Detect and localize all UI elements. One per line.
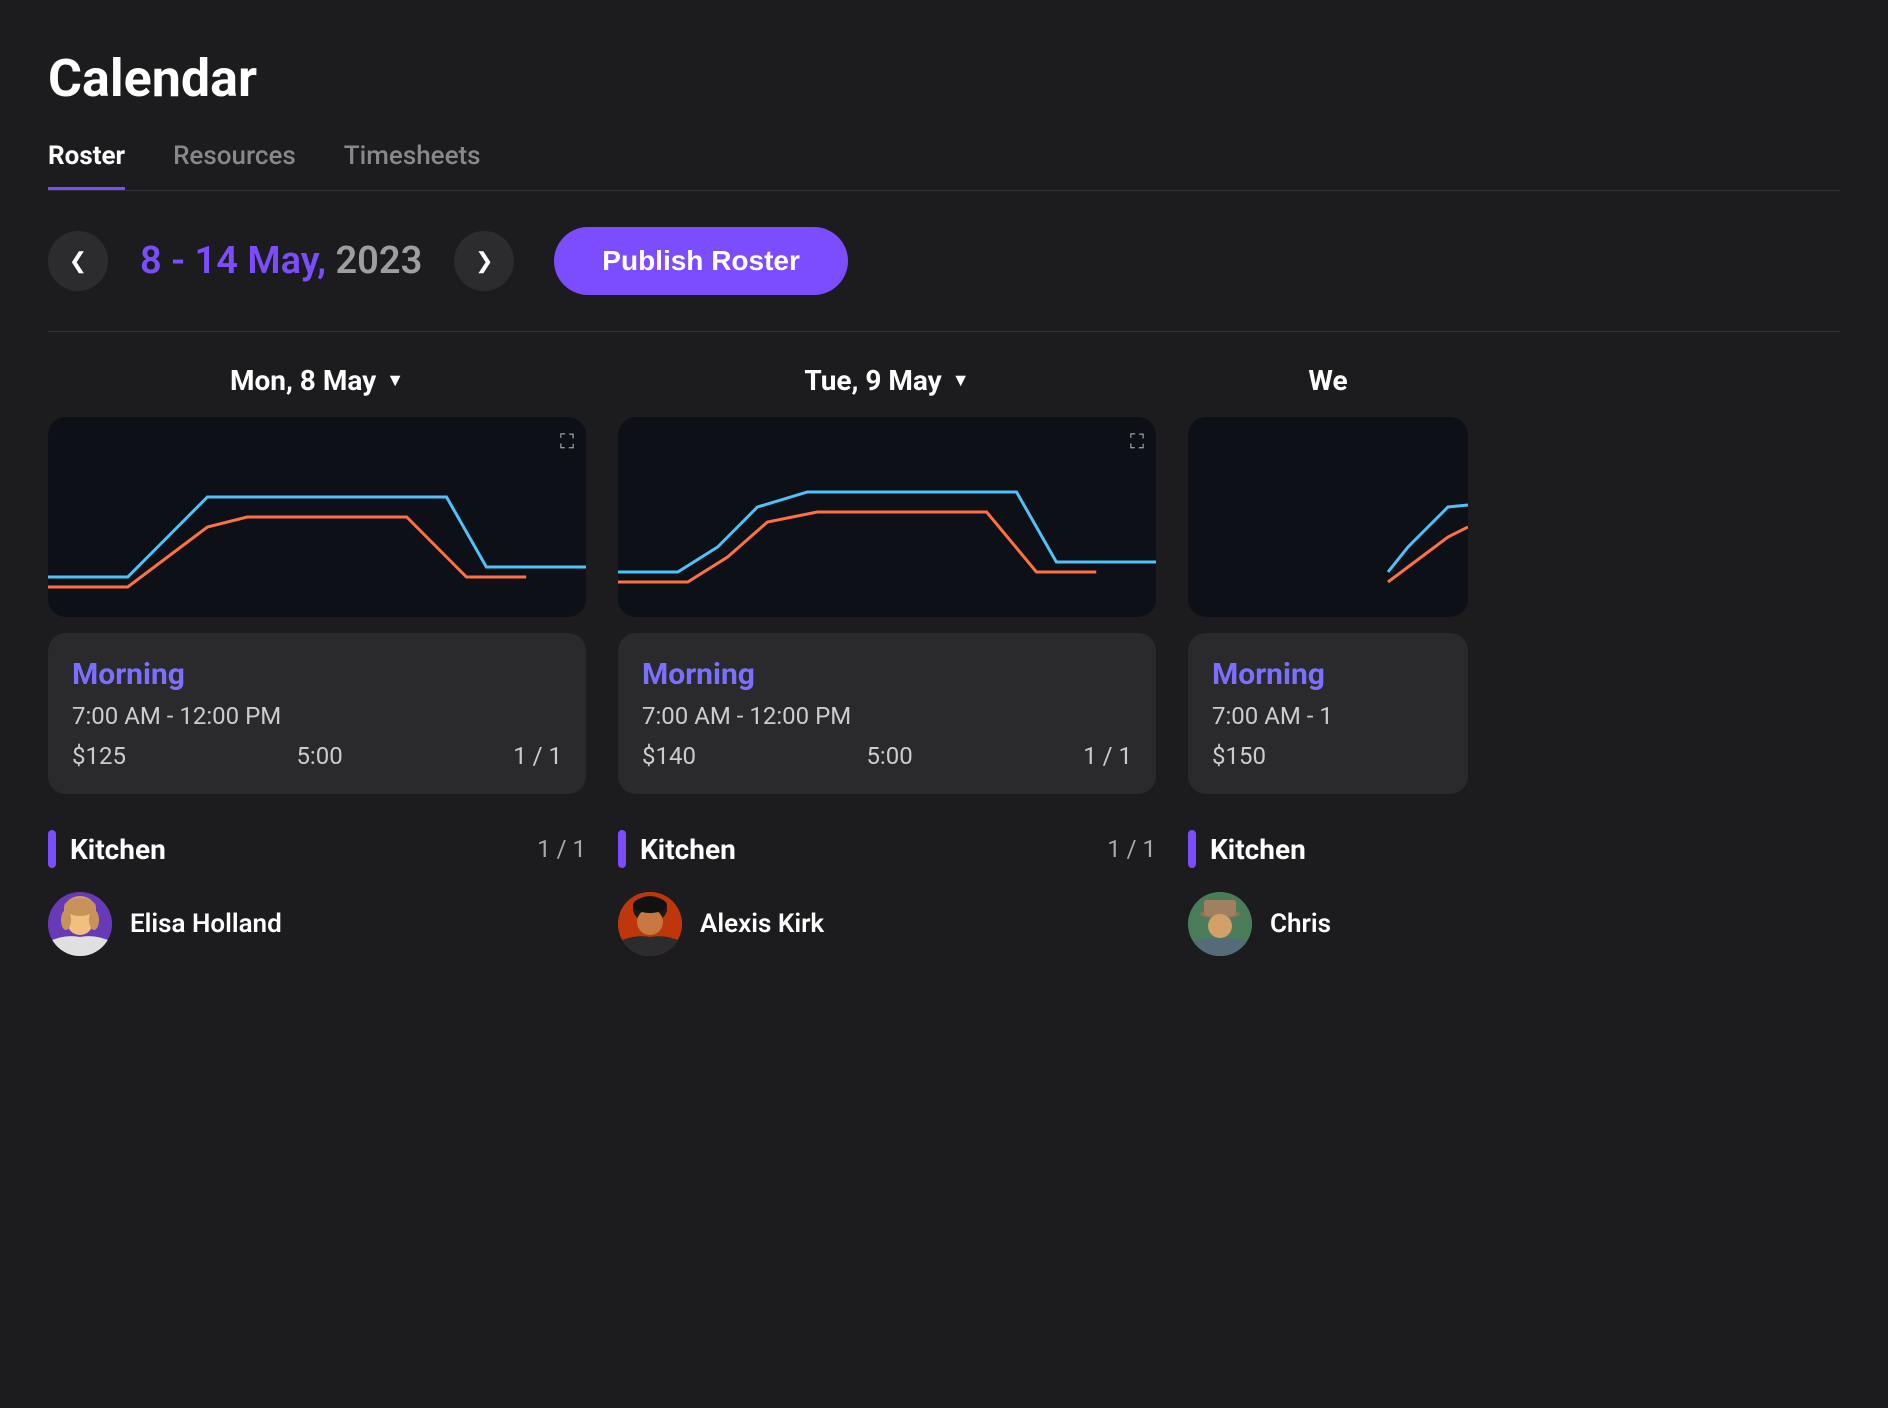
expand-icon-tuesday[interactable]: ⛶	[1130, 429, 1144, 453]
tab-resources[interactable]: Resources	[173, 141, 296, 190]
shift-hours-tuesday: 5:00	[866, 742, 912, 770]
kitchen-count-monday: 1 / 1	[537, 835, 586, 863]
chevron-left-icon: ❮	[69, 248, 87, 274]
tab-roster[interactable]: Roster	[48, 141, 125, 190]
chart-tuesday[interactable]: ⛶	[618, 417, 1156, 617]
day-column-wednesday: We Morning 7:00 AM - 1 $150	[1188, 364, 1468, 964]
publish-roster-button[interactable]: Publish Roster	[554, 227, 848, 295]
chevron-down-icon: ▼	[386, 370, 404, 391]
shift-name-monday: Morning	[72, 657, 562, 692]
prev-week-button[interactable]: ❮	[48, 231, 108, 291]
kitchen-label-monday: Kitchen	[48, 830, 166, 868]
shift-cost-monday: $125	[72, 742, 126, 770]
staff-row-tuesday: Alexis Kirk	[618, 884, 1156, 964]
kitchen-bar-icon	[48, 830, 56, 868]
kitchen-label-tuesday: Kitchen	[618, 830, 736, 868]
calendar-grid: Mon, 8 May ▼ ⛶ Morning 7:00 AM - 12:00 P…	[48, 364, 1840, 964]
kitchen-bar-icon-tue	[618, 830, 626, 868]
avatar-wednesday	[1188, 892, 1252, 956]
chart-svg-tuesday	[618, 417, 1156, 617]
shift-hours-monday: 5:00	[296, 742, 342, 770]
chevron-right-icon: ❯	[475, 248, 493, 274]
avatar-face-wednesday	[1188, 892, 1252, 956]
avatar-face-monday	[48, 892, 112, 956]
avatar-monday	[48, 892, 112, 956]
kitchen-row-wednesday: Kitchen	[1188, 810, 1468, 884]
day-column-tuesday: Tue, 9 May ▼ ⛶ Morning 7:00 AM - 12:00 P…	[618, 364, 1188, 964]
shift-card-tuesday: Morning 7:00 AM - 12:00 PM $140 5:00 1 /…	[618, 633, 1156, 794]
date-range-display: 8 - 14 May, 2023	[140, 239, 422, 283]
day-header-wednesday[interactable]: We	[1188, 364, 1468, 397]
next-week-button[interactable]: ❯	[454, 231, 514, 291]
shift-ratio-tuesday: 1 / 1	[1083, 742, 1132, 770]
chart-monday[interactable]: ⛶	[48, 417, 586, 617]
avatar-face-tuesday	[618, 892, 682, 956]
tab-timesheets[interactable]: Timesheets	[344, 141, 481, 190]
day-column-monday: Mon, 8 May ▼ ⛶ Morning 7:00 AM - 12:00 P…	[48, 364, 618, 964]
staff-name-tuesday: Alexis Kirk	[700, 909, 824, 939]
expand-icon-monday[interactable]: ⛶	[560, 429, 574, 453]
shift-name-wednesday: Morning	[1212, 657, 1444, 692]
kitchen-row-tuesday: Kitchen 1 / 1	[618, 810, 1156, 884]
staff-row-monday: Elisa Holland	[48, 884, 586, 964]
kitchen-bar-icon-wed	[1188, 830, 1196, 868]
shift-time-monday: 7:00 AM - 12:00 PM	[72, 702, 562, 730]
tabs-bar: Roster Resources Timesheets	[48, 141, 1840, 191]
app-container: Calendar Roster Resources Timesheets ❮ 8…	[0, 0, 1888, 1408]
chart-wednesday[interactable]	[1188, 417, 1468, 617]
chevron-down-icon-tue: ▼	[952, 370, 970, 391]
shift-cost-tuesday: $140	[642, 742, 696, 770]
shift-meta-wednesday: $150	[1212, 742, 1444, 770]
staff-row-wednesday: Chris	[1188, 884, 1468, 964]
staff-name-wednesday: Chris	[1270, 909, 1331, 939]
avatar-tuesday	[618, 892, 682, 956]
shift-cost-wednesday: $150	[1212, 742, 1266, 770]
chart-svg-monday	[48, 417, 586, 617]
shift-time-tuesday: 7:00 AM - 12:00 PM	[642, 702, 1132, 730]
kitchen-count-tuesday: 1 / 1	[1107, 835, 1156, 863]
shift-time-wednesday: 7:00 AM - 1	[1212, 702, 1444, 730]
shift-name-tuesday: Morning	[642, 657, 1132, 692]
shift-card-wednesday: Morning 7:00 AM - 1 $150	[1188, 633, 1468, 794]
day-header-monday[interactable]: Mon, 8 May ▼	[48, 364, 586, 397]
kitchen-label-wednesday: Kitchen	[1188, 830, 1306, 868]
shift-ratio-monday: 1 / 1	[513, 742, 562, 770]
page-title: Calendar	[48, 48, 1840, 109]
chart-svg-wednesday	[1188, 417, 1468, 617]
day-header-tuesday[interactable]: Tue, 9 May ▼	[618, 364, 1156, 397]
toolbar: ❮ 8 - 14 May, 2023 ❯ Publish Roster	[48, 191, 1840, 332]
shift-card-monday: Morning 7:00 AM - 12:00 PM $125 5:00 1 /…	[48, 633, 586, 794]
kitchen-row-monday: Kitchen 1 / 1	[48, 810, 586, 884]
shift-meta-tuesday: $140 5:00 1 / 1	[642, 742, 1132, 770]
shift-meta-monday: $125 5:00 1 / 1	[72, 742, 562, 770]
staff-name-monday: Elisa Holland	[130, 909, 282, 939]
